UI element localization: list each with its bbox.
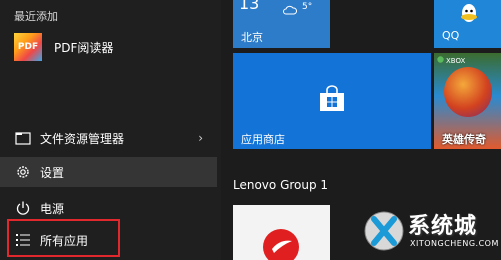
watermark-logo-icon — [364, 211, 404, 251]
file-explorer-label: 文件资源管理器 — [40, 131, 125, 146]
annotation-highlight-box — [7, 219, 120, 257]
settings-label: 设置 — [40, 165, 65, 180]
xbox-badge: XBOX — [437, 56, 465, 65]
weather-cloud-icon — [283, 0, 298, 19]
weather-tile[interactable]: 13 5° 北京 — [233, 0, 330, 48]
file-explorer-item[interactable]: 文件资源管理器 › — [0, 123, 217, 153]
gear-icon — [14, 163, 32, 181]
pdf-reader-icon: PDF — [14, 33, 42, 61]
weather-city: 北京 — [241, 31, 263, 44]
recent-app-label: PDF阅读器 — [54, 40, 114, 55]
power-icon — [14, 199, 32, 217]
store-tile[interactable]: 应用商店 — [233, 53, 431, 149]
settings-item[interactable]: 设置 — [0, 157, 217, 187]
weather-low-temp: 5° — [302, 2, 313, 12]
game-artwork — [444, 67, 492, 117]
qq-label: QQ — [442, 29, 460, 42]
xbox-game-tile[interactable]: XBOX 英雄传奇 — [434, 53, 501, 149]
power-label: 电源 — [40, 201, 65, 216]
recently-added-heading: 最近添加 — [14, 10, 58, 23]
weather-temperature: 13 — [239, 0, 260, 13]
store-bag-icon — [317, 85, 347, 117]
lenovo-app-tile[interactable] — [233, 205, 330, 260]
app-logo-icon — [260, 223, 302, 260]
store-label: 应用商店 — [241, 133, 285, 146]
folder-icon — [14, 129, 32, 147]
chevron-right-icon[interactable]: › — [198, 131, 203, 145]
site-watermark: 系统城 XITONGCHENG.COM — [360, 203, 501, 260]
qq-tile[interactable]: QQ — [434, 0, 501, 48]
game-title: 英雄传奇 — [442, 133, 486, 146]
recent-app-pdf-reader[interactable]: PDF PDF阅读器 — [0, 30, 221, 64]
xbox-icon — [437, 56, 444, 65]
tile-group-title: Lenovo Group 1 — [233, 178, 329, 192]
qq-icon — [458, 2, 480, 28]
